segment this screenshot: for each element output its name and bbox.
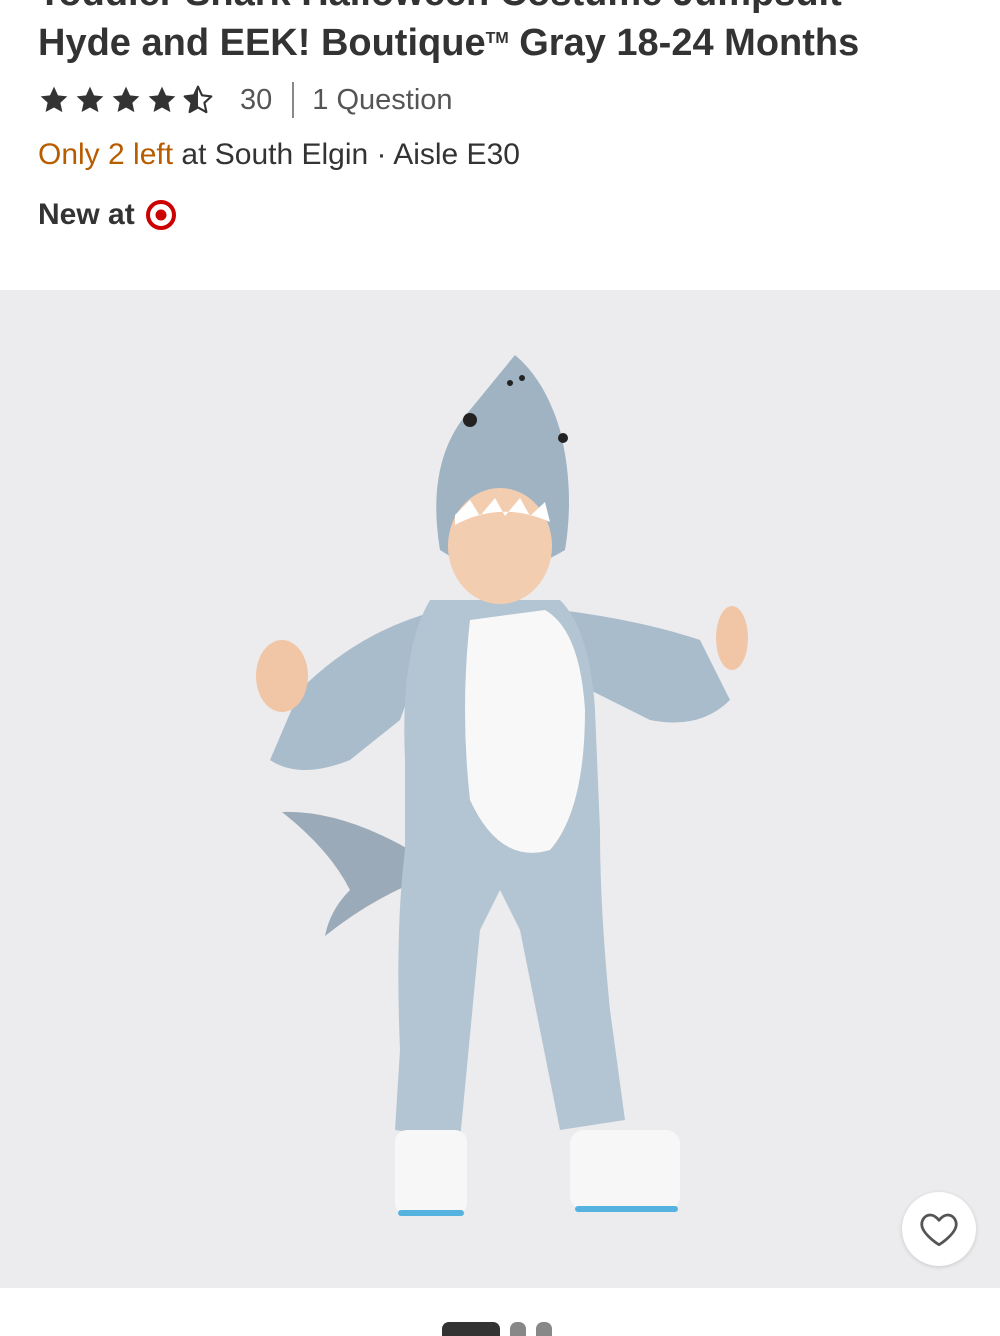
target-bullseye-icon xyxy=(145,200,176,230)
gallery-dot[interactable] xyxy=(536,1322,552,1336)
favorite-button[interactable] xyxy=(902,1192,976,1266)
rating-row: 30 1 Question xyxy=(38,80,453,120)
questions-link[interactable]: 1 Question xyxy=(312,84,452,117)
heart-outline-icon xyxy=(920,1213,958,1247)
trademark-mark: TM xyxy=(485,30,509,47)
gallery-dot[interactable] xyxy=(510,1322,526,1336)
product-title: Toddler Shark Halloween Costume Jumpsuit… xyxy=(38,0,978,66)
gallery-pagination xyxy=(442,1322,552,1336)
rating-count[interactable]: 30 xyxy=(240,84,272,117)
product-title-line2: Hyde and EEK! BoutiqueTM Gray 18-24 Mont… xyxy=(38,16,978,66)
star-half-icon xyxy=(183,85,213,114)
rating-stars[interactable] xyxy=(38,84,218,116)
product-image[interactable] xyxy=(0,290,1000,1288)
new-label: New at xyxy=(38,198,135,231)
product-title-variant: Gray 18-24 Months xyxy=(508,22,860,64)
gallery-dot-active[interactable] xyxy=(442,1322,500,1336)
star-icon xyxy=(148,86,176,113)
shark-costume-image xyxy=(256,355,748,1216)
product-title-line1: Toddler Shark Halloween Costume Jumpsuit… xyxy=(38,0,978,16)
stock-status: Only 2 left at South Elgin · Aisle E30 xyxy=(38,138,520,172)
product-title-brand: Hyde and EEK! Boutique xyxy=(38,22,486,64)
star-icon xyxy=(112,86,140,113)
store-location[interactable]: at South Elgin · Aisle E30 xyxy=(173,138,520,171)
rating-divider xyxy=(292,82,295,118)
star-icon xyxy=(76,86,104,113)
stock-availability: Only 2 left xyxy=(38,138,174,171)
new-badge: New at xyxy=(38,198,177,232)
star-icon xyxy=(40,86,68,113)
